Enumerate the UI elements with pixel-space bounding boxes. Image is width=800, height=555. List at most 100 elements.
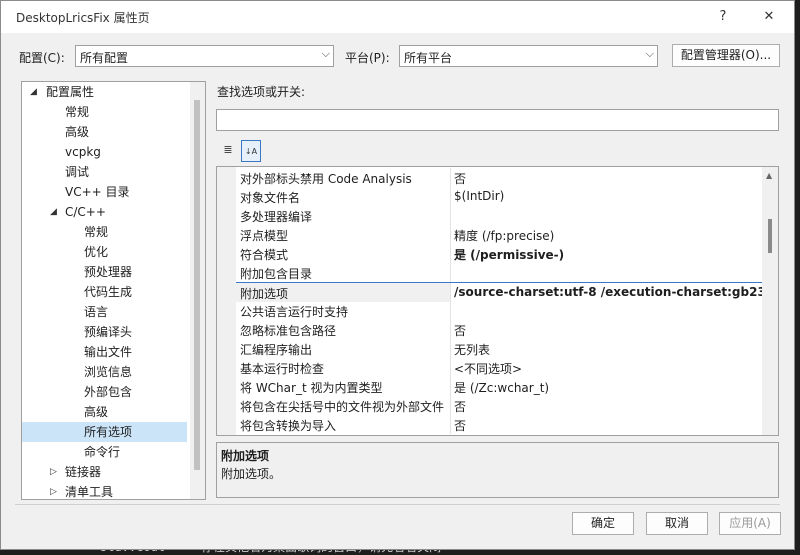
tree-item-linker[interactable]: ▷ 链接器 [22,462,192,482]
ok-button[interactable]: 确定 [572,512,634,535]
tree-item-manifest-tool[interactable]: ▷ 清单工具 [22,482,192,499]
tree-item-cpp-external-includes[interactable]: 外部包含 [22,382,192,402]
grid-row[interactable]: 忽略标准包含路径 否 [236,320,762,339]
description-text: 附加选项。 [221,467,282,481]
window-title: DesktopLricsFix 属性页 [16,11,150,25]
close-button[interactable]: ✕ [753,5,785,29]
grid-scrollbar[interactable]: ▲ [762,167,778,435]
description-pane: 附加选项 附加选项。 [216,442,779,498]
grid-row-key: 附加包含目录 [240,267,313,281]
config-manager-button[interactable]: 配置管理器(O)... [672,44,780,67]
grid-row-selected[interactable]: 附加选项 /source-charset:utf-8 /execution-ch… [236,282,778,302]
tree-scrollbar[interactable] [190,82,205,499]
tree-item-debugging[interactable]: 调试 [22,162,192,182]
tree-item-label: 输出文件 [84,345,133,359]
apply-button[interactable]: 应用(A) [719,512,781,535]
tree-item-cpp-general[interactable]: 常规 [22,222,192,242]
property-grid: 对外部标头禁用 Code Analysis 否 对象文件名 $(IntDir) … [216,166,779,436]
tree-item-cpp-command-line[interactable]: 命令行 [22,442,192,462]
categorized-view-button[interactable]: ≣ [218,140,238,162]
tree-item-label: 链接器 [65,465,102,479]
tree-item-label: 调试 [65,165,90,179]
tree-item-label: 优化 [84,245,109,259]
grid-gutter [217,167,236,435]
grid-row-key: 多处理器编译 [240,210,313,224]
help-button[interactable]: ? [707,5,739,29]
grid-scrollbar-thumb[interactable] [768,219,772,253]
tree-item-label: vcpkg [65,145,101,159]
grid-row[interactable]: 将包含转换为导入 否 [236,415,762,434]
tree-item-cpp-advanced[interactable]: 高级 [22,402,192,422]
tree-item-cpp-optimization[interactable]: 优化 [22,242,192,262]
tree-item-label: 高级 [84,405,109,419]
tree-item-general[interactable]: 常规 [22,102,192,122]
platform-combo[interactable]: 所有平台 ⌵ [399,45,658,67]
grid-row[interactable]: 公共语言运行时支持 [236,301,762,320]
grid-row[interactable]: 多处理器编译 [236,206,762,225]
grid-row-value[interactable]: 无列表 [454,341,490,358]
chevron-down-icon: ⌵ [321,47,330,60]
config-combo-value: 所有配置 [80,51,129,65]
tree-item-label: VC++ 目录 [65,185,130,199]
tree-item-config-properties[interactable]: ◢ 配置属性 [22,82,192,102]
platform-combo-value: 所有平台 [404,51,453,65]
cancel-button[interactable]: 取消 [646,512,708,535]
tree-item-cpp-preprocessor[interactable]: 预处理器 [22,262,192,282]
grid-row-value[interactable]: $(IntDir) [454,189,504,203]
tree-scrollbar-thumb[interactable] [194,100,200,470]
tree-item-label: 语言 [84,305,109,319]
tree-item-vcpkg[interactable]: vcpkg [22,142,192,162]
grid-row-key: 浮点模型 [240,229,289,243]
platform-label: 平台(P): [345,51,390,65]
grid-row-value[interactable]: 精度 (/fp:precise) [454,227,554,244]
tree-item-cpp-codegen[interactable]: 代码生成 [22,282,192,302]
grid-row-value[interactable]: 否 [454,170,466,187]
grid-row-value[interactable]: 否 [454,398,466,415]
grid-row-value[interactable]: 是 (/permissive-) [454,246,564,263]
tree-item-label: 预编译头 [84,325,133,339]
grid-row[interactable]: 符合模式 是 (/permissive-) [236,244,762,263]
expand-icon[interactable]: ▷ [50,462,60,482]
config-label: 配置(C): [19,51,65,65]
tree-item-cpp-output-files[interactable]: 输出文件 [22,342,192,362]
grid-row-key: 符合模式 [240,248,289,262]
grid-row[interactable]: 附加包含目录 [236,263,762,282]
tree-item-advanced[interactable]: 高级 [22,122,192,142]
grid-row[interactable]: 对象文件名 $(IntDir) [236,187,762,206]
expand-icon[interactable]: ◢ [50,202,60,222]
expand-icon[interactable]: ▷ [50,482,60,499]
search-input[interactable] [216,109,779,131]
tree-item-label: 代码生成 [84,285,133,299]
grid-row-value[interactable]: 否 [454,322,466,339]
grid-row-key: 将 WChar_t 视为内置类型 [240,381,383,395]
footer-divider [15,504,780,505]
tree-item-vc-directories[interactable]: VC++ 目录 [22,182,192,202]
grid-row-value[interactable]: <不同选项> [454,360,522,377]
categorized-icon: ≣ [223,143,233,156]
grid-row-value[interactable]: /source-charset:utf-8 /execution-charset… [454,285,778,299]
grid-row[interactable]: 汇编程序输出 无列表 [236,339,762,358]
grid-row-key: 附加选项 [240,287,289,301]
tree-item-label: 常规 [65,105,90,119]
tree-item-label: 常规 [84,225,109,239]
grid-row[interactable]: 基本运行时检查 <不同选项> [236,358,762,377]
expand-icon[interactable]: ◢ [30,82,40,102]
scroll-up-icon[interactable]: ▲ [766,171,772,180]
tree-item-label: 清单工具 [65,485,114,499]
grid-row-value[interactable]: 否 [454,417,466,434]
alphabetical-view-button[interactable]: ↓A Z [241,140,261,177]
tree-item-label: 预处理器 [84,265,133,279]
tree-item-cpp-pch[interactable]: 预编译头 [22,322,192,342]
grid-row[interactable]: 对外部标头禁用 Code Analysis 否 [236,168,762,187]
grid-row[interactable]: 浮点模型 精度 (/fp:precise) [236,225,762,244]
tree-item-cpp-language[interactable]: 语言 [22,302,192,322]
tree-item-cpp-all-options[interactable]: 所有选项 [22,422,187,442]
grid-row[interactable]: 将 WChar_t 视为内置类型 是 (/Zc:wchar_t) [236,377,762,396]
grid-row-key: 公共语言运行时支持 [240,305,349,319]
tree-item-label: 浏览信息 [84,365,133,379]
grid-row[interactable]: 将包含在尖括号中的文件视为外部文件 否 [236,396,762,415]
tree-item-cpp-browse-info[interactable]: 浏览信息 [22,362,192,382]
grid-row-value[interactable]: 是 (/Zc:wchar_t) [454,379,549,396]
config-combo[interactable]: 所有配置 ⌵ [75,45,334,67]
tree-item-cpp[interactable]: ◢ C/C++ [22,202,192,222]
